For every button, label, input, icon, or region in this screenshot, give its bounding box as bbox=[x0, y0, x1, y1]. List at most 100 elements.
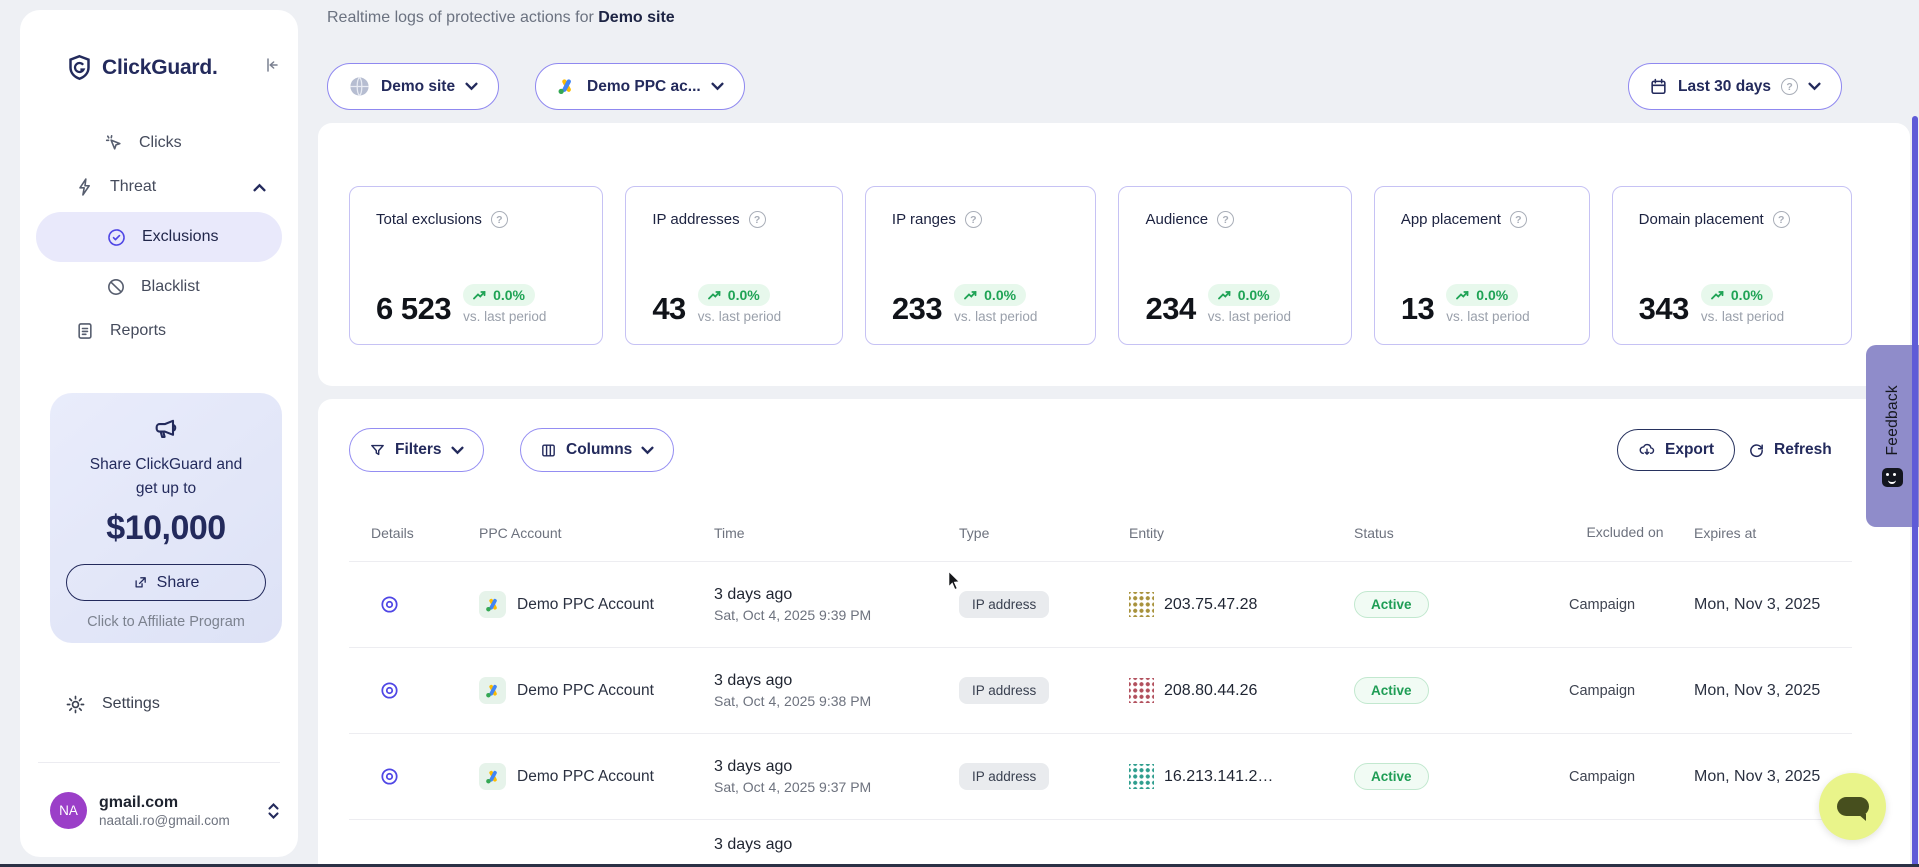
sidebar-item-exclusions[interactable]: Exclusions bbox=[36, 212, 282, 262]
row-expires-at: Mon, Nov 3, 2025 bbox=[1694, 596, 1852, 614]
badge-check-icon bbox=[106, 227, 127, 248]
sidebar-menu: Clicks Threat Exclusions bbox=[20, 121, 298, 353]
columns-button[interactable]: Columns bbox=[520, 428, 674, 472]
table-row: Demo PPC Account 3 days ago Sat, Oct 4, … bbox=[349, 562, 1852, 648]
chevron-down-icon bbox=[1808, 82, 1821, 91]
sidebar-item-label: Reports bbox=[110, 322, 166, 340]
row-details-eye-icon[interactable] bbox=[349, 766, 479, 787]
ppc-account-selector-value: Demo PPC ac... bbox=[587, 78, 701, 96]
promo-amount: $10,000 bbox=[50, 509, 282, 548]
chat-widget-button[interactable] bbox=[1819, 773, 1886, 840]
refresh-icon bbox=[1748, 442, 1765, 459]
share-button[interactable]: Share bbox=[66, 564, 266, 601]
stat-value: 233 bbox=[892, 293, 942, 324]
row-ppc-account: Demo PPC Account bbox=[479, 763, 714, 790]
divider bbox=[38, 762, 280, 763]
delta-badge: 0.0% bbox=[1446, 284, 1518, 306]
funnel-icon bbox=[369, 442, 386, 459]
help-icon: ? bbox=[491, 211, 508, 228]
row-entity: 16.213.141.2… bbox=[1129, 764, 1354, 789]
column-header-type: Type bbox=[959, 525, 1129, 541]
column-header-ppc-account: PPC Account bbox=[479, 525, 714, 541]
row-expires-at: Mon, Nov 3, 2025 bbox=[1694, 682, 1852, 700]
type-badge: IP address bbox=[959, 763, 1049, 790]
delta-caption: vs. last period bbox=[954, 309, 1037, 324]
site-selector[interactable]: Demo site bbox=[327, 63, 499, 110]
page-scrollbar[interactable] bbox=[1912, 116, 1918, 867]
sidebar-item-label: Settings bbox=[102, 695, 160, 713]
row-ppc-account: Demo PPC Account bbox=[479, 591, 714, 618]
delta-caption: vs. last period bbox=[1208, 309, 1291, 324]
google-ads-icon bbox=[479, 763, 506, 790]
delta-caption: vs. last period bbox=[463, 309, 546, 324]
status-badge: Active bbox=[1354, 677, 1429, 704]
stat-card-audience: Audience? 234 0.0% vs. last period bbox=[1118, 186, 1351, 345]
affiliate-promo-card: Share ClickGuard and get up to $10,000 S… bbox=[50, 393, 282, 643]
sidebar-item-label: Threat bbox=[110, 178, 156, 196]
sidebar-item-label: Clicks bbox=[139, 134, 182, 152]
delta-badge: 0.0% bbox=[463, 284, 535, 306]
stat-card-app-placement: App placement? 13 0.0% vs. last period bbox=[1374, 186, 1590, 345]
refresh-button[interactable]: Refresh bbox=[1748, 429, 1832, 471]
filters-button[interactable]: Filters bbox=[349, 428, 484, 472]
date-range-value: Last 30 days bbox=[1678, 78, 1771, 96]
user-name: gmail.com bbox=[99, 794, 263, 812]
sidebar-item-settings[interactable]: Settings bbox=[20, 682, 298, 726]
exclusions-table: Details PPC Account Time Type Entity Sta… bbox=[349, 504, 1852, 860]
google-ads-icon bbox=[479, 591, 506, 618]
subtitle-site-name: Demo site bbox=[598, 9, 674, 26]
row-time: 3 days ago bbox=[714, 836, 959, 854]
stat-value: 6 523 bbox=[376, 293, 451, 324]
column-header-entity: Entity bbox=[1129, 525, 1354, 541]
account-switcher[interactable]: NA gmail.com naatali.ro@gmail.com bbox=[50, 792, 280, 829]
trend-up-icon bbox=[964, 290, 978, 300]
sidebar-collapse-icon[interactable] bbox=[262, 56, 280, 74]
row-time: 3 days ago Sat, Oct 4, 2025 9:37 PM bbox=[714, 758, 959, 795]
sidebar-item-threat[interactable]: Threat bbox=[20, 165, 298, 209]
column-header-expires-at: Expires at bbox=[1694, 525, 1852, 541]
columns-icon bbox=[540, 442, 557, 459]
gear-icon bbox=[65, 694, 86, 715]
google-ads-icon bbox=[556, 76, 577, 97]
lightning-icon bbox=[75, 177, 95, 197]
table-row: Demo PPC Account 3 days ago Sat, Oct 4, … bbox=[349, 734, 1852, 820]
row-entity: 203.75.47.28 bbox=[1129, 592, 1354, 617]
row-time: 3 days ago Sat, Oct 4, 2025 9:39 PM bbox=[714, 586, 959, 623]
delta-badge: 0.0% bbox=[1208, 284, 1280, 306]
cursor-click-icon bbox=[104, 133, 124, 153]
sidebar-item-reports[interactable]: Reports bbox=[20, 309, 298, 353]
stat-card-domain-placement: Domain placement? 343 0.0% vs. last peri… bbox=[1612, 186, 1852, 345]
delta-badge: 0.0% bbox=[954, 284, 1026, 306]
stat-value: 343 bbox=[1639, 293, 1689, 324]
row-details-eye-icon[interactable] bbox=[349, 594, 479, 615]
export-button[interactable]: Export bbox=[1617, 429, 1735, 471]
ban-icon bbox=[106, 277, 126, 297]
stats-cards: Total exclusions? 6 523 0.0% vs. last pe… bbox=[349, 186, 1852, 345]
row-excluded-on: Campaign bbox=[1569, 683, 1694, 699]
type-badge: IP address bbox=[959, 677, 1049, 704]
ppc-account-selector[interactable]: Demo PPC ac... bbox=[535, 63, 745, 110]
table-row: Demo PPC Account 3 days ago Sat, Oct 4, … bbox=[349, 648, 1852, 734]
column-header-details: Details bbox=[349, 525, 479, 541]
logo: ClickGuard. bbox=[20, 10, 298, 81]
exclusions-table-panel: Filters Columns Export Re bbox=[318, 399, 1910, 867]
date-range-selector[interactable]: Last 30 days ? bbox=[1628, 63, 1842, 110]
row-status: Active bbox=[1354, 591, 1569, 618]
row-type: IP address bbox=[959, 763, 1129, 790]
ip-identicon bbox=[1129, 764, 1154, 789]
google-ads-icon bbox=[479, 677, 506, 704]
help-icon: ? bbox=[1773, 211, 1790, 228]
affiliate-link[interactable]: Click to Affiliate Program bbox=[50, 614, 282, 630]
stat-value: 234 bbox=[1145, 293, 1195, 324]
row-ppc-account: Demo PPC Account bbox=[479, 677, 714, 704]
status-badge: Active bbox=[1354, 591, 1429, 618]
avatar: NA bbox=[50, 792, 87, 829]
help-icon: ? bbox=[749, 211, 766, 228]
trend-up-icon bbox=[473, 290, 487, 300]
page-subtitle: Realtime logs of protective actions for … bbox=[327, 9, 675, 27]
sidebar-item-clicks[interactable]: Clicks bbox=[20, 121, 298, 165]
ip-identicon bbox=[1129, 678, 1154, 703]
sidebar-item-blacklist[interactable]: Blacklist bbox=[20, 265, 298, 309]
row-details-eye-icon[interactable] bbox=[349, 680, 479, 701]
chevron-up-icon bbox=[253, 183, 266, 192]
